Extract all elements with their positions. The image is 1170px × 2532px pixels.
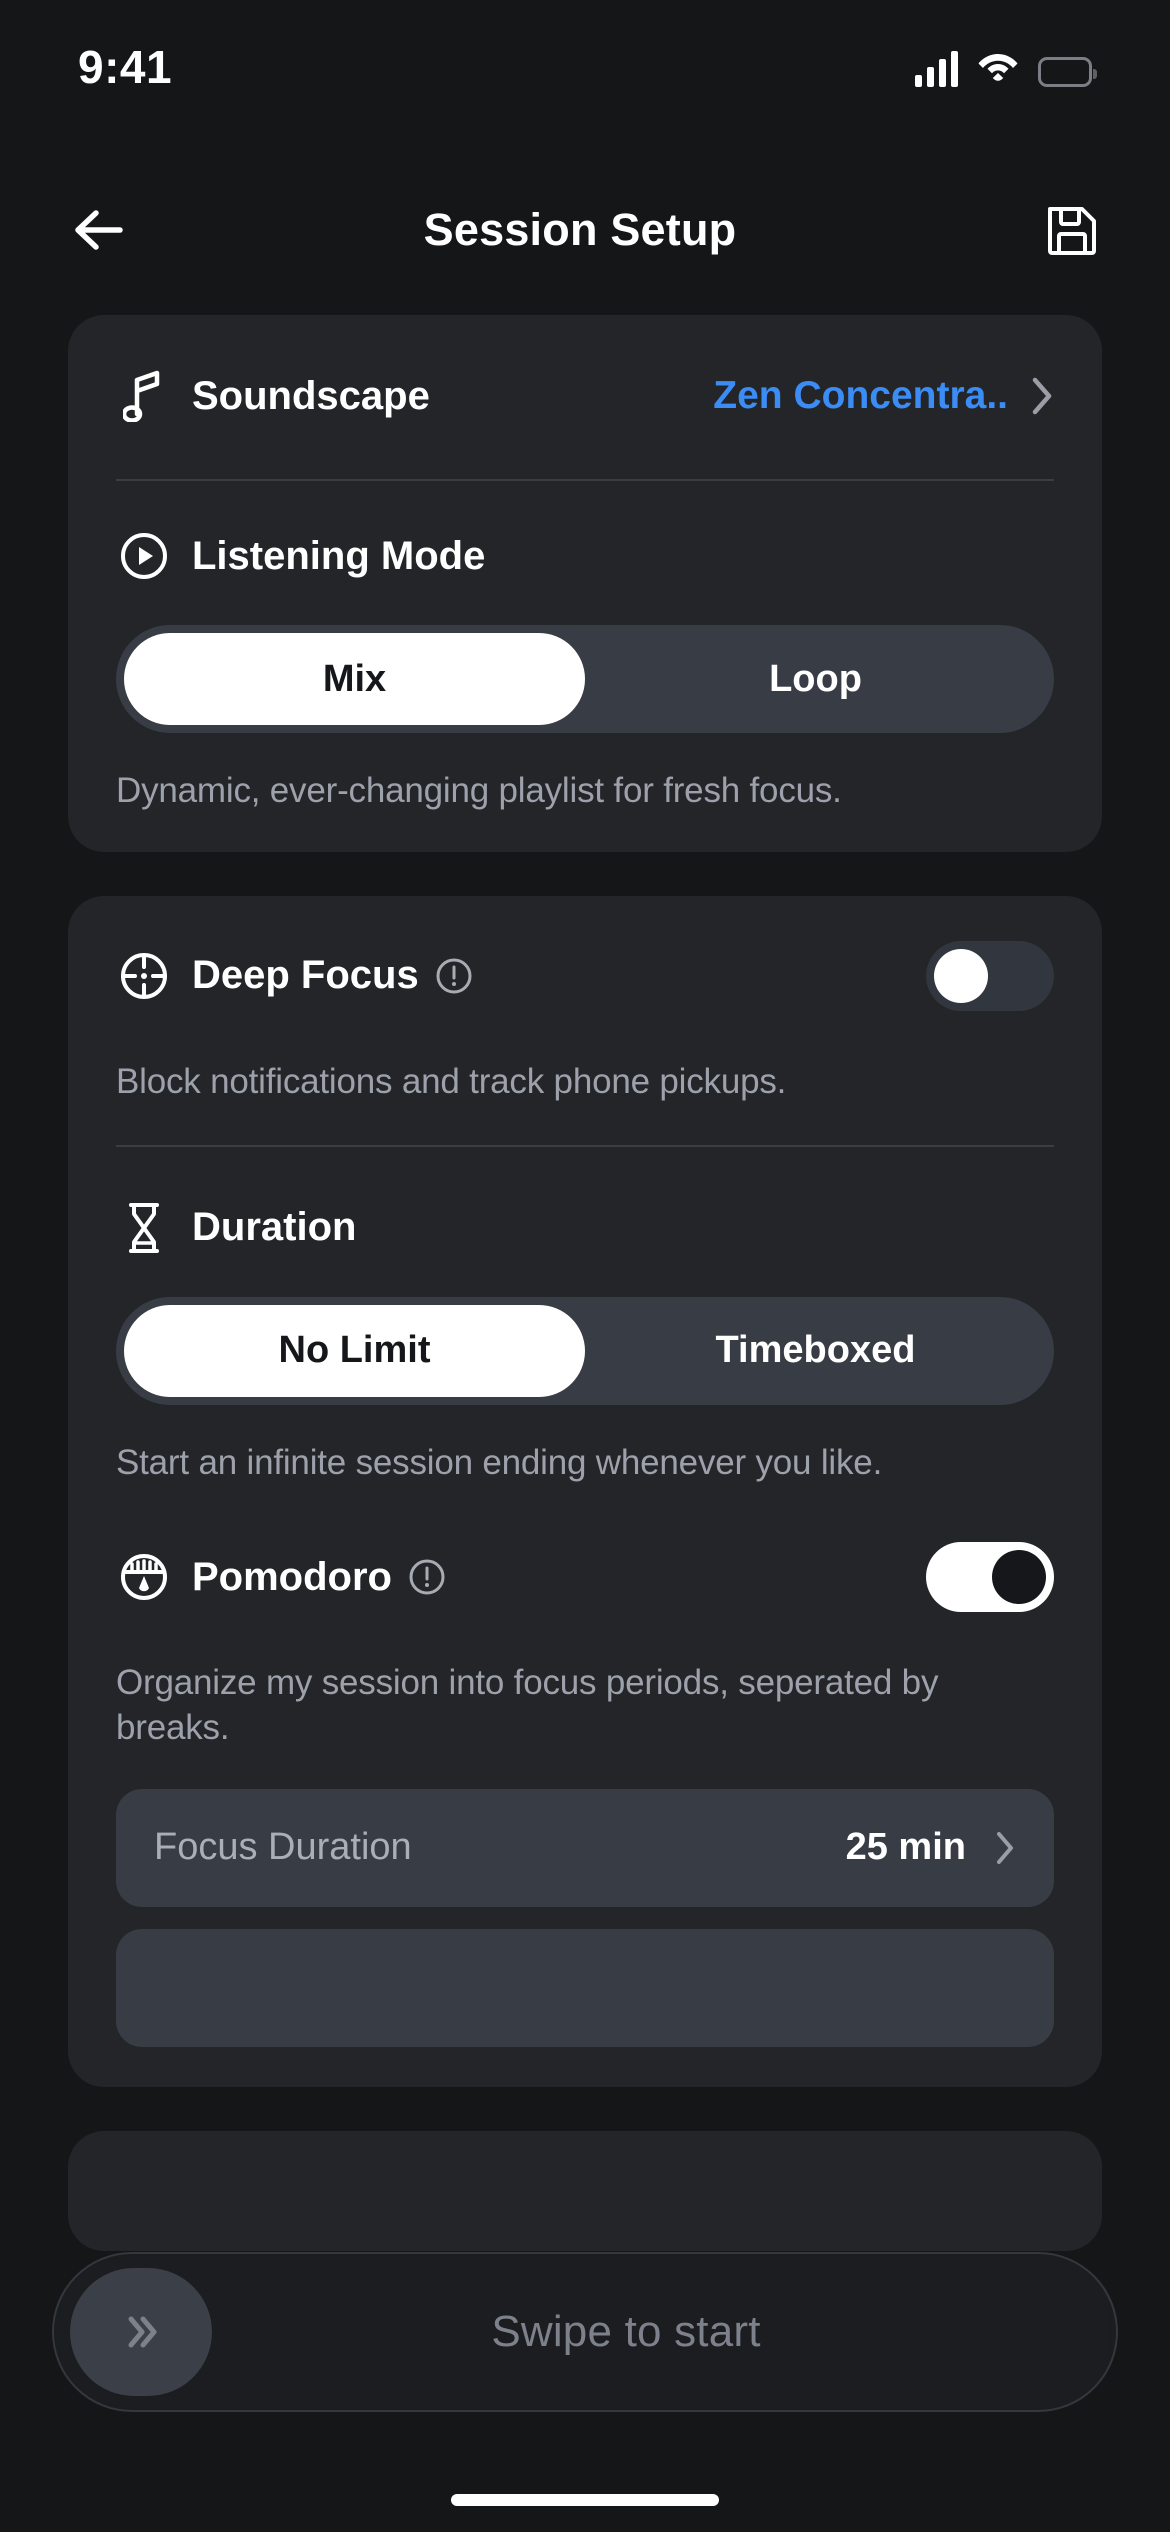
page-title: Session Setup [423, 204, 737, 255]
soundscape-row[interactable]: Soundscape Zen Concentra.. [68, 343, 1102, 449]
back-arrow-icon [75, 210, 123, 250]
focus-settings-card: Deep Focus Block notifications and track… [68, 895, 1102, 2087]
settings-scroll-content[interactable]: Soundscape Zen Concentra.. Listening Mod… [0, 290, 1170, 2532]
status-bar-time: 9:41 [78, 41, 173, 93]
play-circle-icon [116, 528, 172, 584]
break-duration-row[interactable] [116, 1928, 1054, 2047]
focus-duration-row[interactable]: Focus Duration 25 min [116, 1788, 1054, 1907]
deep-focus-caption: Block notifications and track phone pick… [116, 1061, 787, 1101]
info-exclamation-icon[interactable] [408, 1558, 446, 1596]
cellular-signal-icon [915, 50, 958, 87]
listening-mode-row: Listening Mode [68, 511, 1102, 601]
swipe-to-start-label: Swipe to start [491, 2307, 761, 2356]
listening-mode-option-loop[interactable]: Loop [585, 633, 1046, 725]
soundscape-label: Soundscape [192, 373, 430, 418]
focus-duration-label: Focus Duration [154, 1826, 412, 1869]
back-button[interactable] [56, 188, 140, 272]
listening-mode-option-mix[interactable]: Mix [124, 633, 585, 725]
save-floppy-icon [1048, 207, 1096, 255]
duration-option-no-limit[interactable]: No Limit [124, 1304, 585, 1397]
crosshair-target-icon [116, 948, 172, 1004]
listening-mode-segmented-control[interactable]: Mix Loop [116, 625, 1054, 733]
partial-next-card [68, 2130, 1102, 2251]
duration-label: Duration [192, 1205, 357, 1250]
pomodoro-row: Pomodoro [68, 1527, 1102, 1627]
chevron-right-icon[interactable] [994, 1830, 1016, 1866]
duration-row: Duration [68, 1183, 1102, 1273]
soundscape-value[interactable]: Zen Concentra.. [713, 374, 1008, 418]
pomodoro-toggle[interactable] [926, 1542, 1054, 1613]
status-bar-icons [915, 34, 1097, 87]
duration-caption: Start an infinite session ending wheneve… [116, 1442, 883, 1482]
swipe-to-start-control[interactable]: Swipe to start [52, 2252, 1118, 2412]
pomodoro-caption: Organize my session into focus periods, … [116, 1663, 939, 1748]
listening-mode-caption: Dynamic, ever-changing playlist for fres… [116, 771, 842, 810]
card-divider [116, 479, 1054, 481]
music-note-icon [116, 368, 172, 424]
pomodoro-timer-icon [116, 1549, 172, 1605]
toggle-knob [934, 948, 988, 1003]
hourglass-icon [116, 1200, 172, 1256]
home-indicator [451, 2494, 719, 2506]
listening-mode-label: Listening Mode [192, 533, 486, 578]
status-bar: 9:41 [0, 0, 1170, 120]
deep-focus-toggle[interactable] [926, 940, 1054, 1011]
toggle-knob [992, 1550, 1046, 1605]
info-exclamation-icon[interactable] [435, 957, 473, 995]
chevron-right-icon[interactable] [1030, 376, 1054, 416]
duration-segmented-control[interactable]: No Limit Timeboxed [116, 1296, 1054, 1405]
save-button[interactable] [1030, 188, 1114, 272]
deep-focus-row: Deep Focus [68, 926, 1102, 1026]
card-divider [116, 1144, 1054, 1147]
battery-icon [1038, 56, 1097, 87]
wifi-icon [976, 48, 1020, 87]
navigation-bar: Session Setup [0, 175, 1170, 285]
pomodoro-label: Pomodoro [192, 1554, 392, 1599]
audio-settings-card: Soundscape Zen Concentra.. Listening Mod… [68, 315, 1102, 852]
duration-option-timeboxed[interactable]: Timeboxed [585, 1305, 1046, 1397]
focus-duration-value: 25 min [845, 1826, 966, 1869]
deep-focus-label: Deep Focus [192, 953, 419, 998]
phone-screen: 9:41 Session Setup Soundscape Zen Concen… [0, 0, 1170, 2532]
